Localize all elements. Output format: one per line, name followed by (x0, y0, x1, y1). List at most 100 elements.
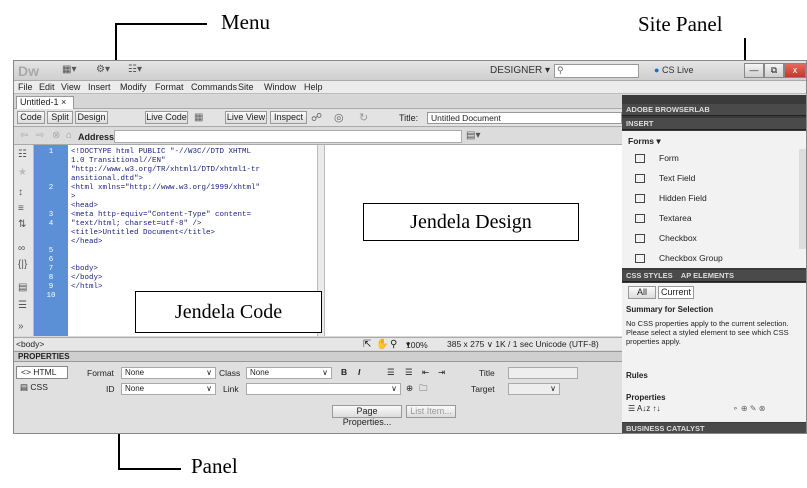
select-parent-tag-icon[interactable]: ∞ (18, 243, 25, 254)
format-select[interactable]: None ∨ (121, 367, 216, 379)
code-line: ansitional.dtd"> (71, 175, 144, 183)
current-button[interactable]: Current (658, 286, 694, 299)
menu-help[interactable]: Help (304, 82, 323, 92)
show-code-navigator-icon[interactable]: ★ (18, 167, 27, 178)
visual-aids-icon[interactable]: ◎ (334, 111, 344, 124)
workspace-switcher[interactable]: DESIGNER ▾ (490, 65, 550, 76)
property-view-icons[interactable]: ☰ A↓z ↑↓ (628, 404, 661, 413)
expand-all-icon[interactable]: ⇅ (18, 219, 26, 230)
menu-window[interactable]: Window (264, 82, 296, 92)
tab-ap-elements[interactable]: AP ELEMENTS (681, 271, 734, 280)
html-mode-button[interactable]: <> HTML (16, 366, 68, 379)
close-tab-icon[interactable]: × (61, 97, 66, 107)
properties-panel: <> HTML ▤ CSS Format None ∨ Class None ∨ B… (14, 362, 622, 433)
live-code-button[interactable]: Live Code (145, 111, 188, 124)
annotation-jendela-code: Jendela Code (135, 291, 322, 333)
insert-item-form[interactable]: Form (635, 153, 679, 164)
unordered-list-icon[interactable]: ☰ (387, 367, 395, 378)
address-input[interactable] (114, 130, 462, 143)
insert-item-textarea[interactable]: Textarea (635, 213, 692, 224)
window-size-info[interactable]: 385 x 275 ∨ 1K / 1 sec Unicode (UTF-8) (447, 339, 599, 350)
page-properties-button[interactable]: Page Properties... (332, 405, 402, 427)
check-compat-icon[interactable]: ▦ (194, 112, 203, 123)
adobe-browserlab-panel[interactable]: ADOBE BROWSERLAB (622, 104, 806, 116)
insert-item-hidden-field[interactable]: Hidden Field (635, 193, 707, 204)
list-item-button[interactable]: List Item... (406, 405, 456, 418)
split-view-button[interactable]: Split (47, 111, 73, 124)
italic-button[interactable]: I (358, 367, 360, 377)
code-view-button[interactable]: Code (17, 111, 45, 124)
highlight-invalid-icon[interactable]: ☰ (18, 300, 27, 311)
menu-bar: File Edit View Insert Modify Format Comm… (14, 81, 806, 94)
maximize-button[interactable]: ⧉ (764, 63, 784, 78)
refresh-icon[interactable]: ↻ (359, 111, 368, 124)
ordered-list-icon[interactable]: ☰ (405, 367, 413, 378)
extend-icon[interactable]: ⚙▾ (96, 64, 110, 75)
layout-icon[interactable]: ▦▾ (62, 64, 76, 75)
title-field[interactable] (508, 367, 578, 379)
home-icon[interactable]: ⌂ (66, 130, 72, 141)
hand-tool-icon[interactable]: ✋ (376, 339, 388, 350)
insert-panel-header[interactable]: INSERT (622, 118, 806, 130)
menu-format[interactable]: Format (155, 82, 184, 92)
site-icon[interactable]: ☷▾ (128, 64, 142, 75)
properties-header[interactable]: PROPERTIES (14, 351, 622, 362)
menu-modify[interactable]: Modify (120, 82, 147, 92)
collapse-tag-icon[interactable]: ↕ (18, 187, 23, 198)
browser-preview-icon[interactable]: ☍ (311, 111, 322, 124)
all-button[interactable]: All (628, 286, 656, 299)
outdent-icon[interactable]: ⇤ (422, 367, 429, 378)
zoom-tool-icon[interactable]: ⚲ (390, 339, 397, 350)
menu-insert[interactable]: Insert (88, 82, 111, 92)
menu-site[interactable]: Site (238, 82, 254, 92)
indent-icon[interactable]: ⇥ (438, 367, 445, 378)
class-select[interactable]: None ∨ (246, 367, 332, 379)
zoom-select[interactable]: 100% ▾ (406, 339, 428, 350)
summary-text: No CSS properties apply to the current s… (626, 319, 789, 346)
select-tool-icon[interactable]: ⇱ (363, 339, 371, 350)
back-icon[interactable]: ⇦ (20, 130, 28, 141)
css-actions-icons[interactable]: ⚬ ⊕ ✎ ⊗ (732, 404, 765, 413)
page-title-input[interactable]: Untitled Document (427, 112, 622, 124)
tag-selector[interactable]: <body> (16, 339, 44, 349)
design-view-button[interactable]: Design (75, 111, 108, 124)
menu-edit[interactable]: Edit (39, 82, 55, 92)
tab-css-styles[interactable]: CSS STYLES (626, 271, 673, 280)
menu-commands[interactable]: Commands (191, 82, 237, 92)
annotation-panel: Panel (191, 454, 238, 478)
business-catalyst-panel[interactable]: BUSINESS CATALYST (622, 423, 806, 433)
live-view-button[interactable]: Live View (225, 111, 267, 124)
stop-icon[interactable]: ⊗ (52, 130, 60, 141)
insert-item-checkbox[interactable]: Checkbox (635, 233, 697, 244)
bold-button[interactable]: B (341, 367, 347, 377)
close-button[interactable]: x (784, 63, 806, 78)
forward-icon[interactable]: ⇨ (36, 130, 44, 141)
cs-live-button[interactable]: ● CS Live (654, 65, 693, 75)
insert-scrollbar[interactable] (799, 149, 806, 249)
insert-item-checkbox-group[interactable]: Checkbox Group (635, 253, 723, 264)
link-input[interactable]: ∨ (246, 383, 401, 395)
insert-category-select[interactable]: Forms ▾ (628, 136, 661, 147)
point-to-file-icon[interactable]: ⊕ (406, 383, 413, 394)
balance-braces-icon[interactable]: {|} (18, 259, 27, 270)
line-numbers-icon[interactable]: ▤ (18, 282, 27, 293)
tab-untitled-1[interactable]: Untitled-1 × (16, 96, 74, 109)
target-select[interactable]: ∨ (508, 383, 560, 395)
title-field-label: Title (479, 368, 495, 378)
id-select[interactable]: None ∨ (121, 383, 216, 395)
open-documents-icon[interactable]: ☷ (18, 149, 27, 160)
properties-heading: Properties (626, 393, 666, 402)
browse-folder-icon[interactable]: 🗀 (419, 383, 428, 397)
inspect-button[interactable]: Inspect (270, 111, 307, 124)
collapse-selection-icon[interactable]: ≡ (18, 203, 24, 214)
insert-item-text-field[interactable]: Text Field (635, 173, 695, 184)
menu-file[interactable]: File (18, 82, 33, 92)
help-search-input[interactable]: ⚲ (554, 64, 639, 78)
address-options-icon[interactable]: ▤▾ (466, 130, 480, 141)
more-tools-icon[interactable]: » (18, 321, 24, 332)
minimize-button[interactable]: — (744, 63, 764, 78)
document-toolbar: Code Split Design Live Code ▦ Live View … (14, 109, 622, 127)
css-mode-button[interactable]: ▤ CSS (16, 382, 68, 395)
search-icon: ⚲ (557, 65, 564, 75)
menu-view[interactable]: View (61, 82, 80, 92)
